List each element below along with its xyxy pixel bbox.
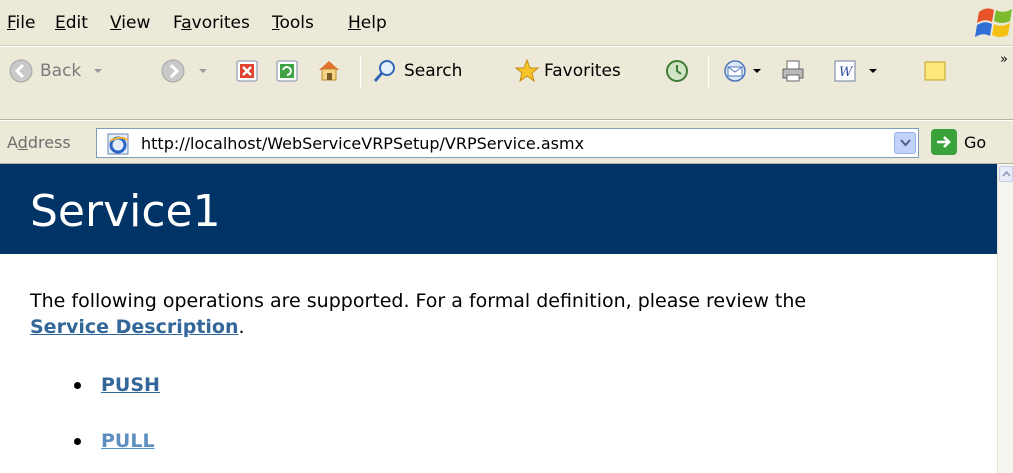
menu-edit[interactable]: Edit xyxy=(55,13,88,33)
list-item: PUSH xyxy=(74,374,160,396)
refresh-button[interactable] xyxy=(274,58,300,84)
vertical-scrollbar[interactable] xyxy=(997,164,1013,473)
page-content: Service1 The following operations are su… xyxy=(0,164,997,473)
word-dropdown-icon[interactable] xyxy=(868,66,878,76)
back-dropdown-icon[interactable] xyxy=(93,66,103,76)
forward-dropdown-icon[interactable] xyxy=(198,66,208,76)
history-button[interactable] xyxy=(664,58,690,84)
intro-paragraph: The following operations are supported. … xyxy=(30,288,980,340)
address-url: http://localhost/WebServiceVRPSetup/VRPS… xyxy=(141,134,585,153)
address-label: Address xyxy=(7,133,71,152)
service-description-link[interactable]: Service Description xyxy=(30,316,239,338)
scroll-up-button[interactable] xyxy=(999,166,1013,182)
notes-button[interactable] xyxy=(922,58,948,84)
back-label: Back xyxy=(40,61,82,81)
menu-help[interactable]: Help xyxy=(348,13,387,33)
address-bar: Address http://localhost/WebServiceVRPSe… xyxy=(0,120,1013,164)
notes-icon xyxy=(924,61,946,81)
menu-bar: File Edit View Favorites Tools Help xyxy=(0,0,1013,46)
search-icon xyxy=(373,60,395,82)
home-button[interactable] xyxy=(316,57,342,83)
home-icon xyxy=(319,61,339,81)
page-title: Service1 xyxy=(30,186,221,237)
refresh-icon xyxy=(276,60,298,82)
windows-logo-icon xyxy=(975,8,1012,37)
favorites-button[interactable]: Favorites xyxy=(514,58,621,84)
word-icon: W xyxy=(834,60,856,82)
operation-link-push[interactable]: PUSH xyxy=(101,374,160,396)
svg-text:W: W xyxy=(839,65,854,80)
toolbar-divider xyxy=(0,46,1013,47)
standard-toolbar: Back Search Favorites W » xyxy=(0,46,1013,120)
search-label: Search xyxy=(404,61,463,81)
favorites-star-icon xyxy=(514,58,540,83)
mail-button[interactable] xyxy=(722,58,762,84)
toolbar-overflow-chevron[interactable]: » xyxy=(1000,52,1008,67)
chevron-down-icon xyxy=(900,139,911,147)
menu-favorites[interactable]: Favorites xyxy=(173,13,250,33)
back-button[interactable]: Back xyxy=(8,58,103,84)
address-input[interactable]: http://localhost/WebServiceVRPSetup/VRPS… xyxy=(96,128,919,158)
favorites-label: Favorites xyxy=(544,61,621,81)
menu-view[interactable]: View xyxy=(110,13,150,33)
edit-with-word-button[interactable]: W xyxy=(832,58,878,84)
forward-icon xyxy=(161,59,185,83)
print-icon xyxy=(782,60,804,82)
history-icon xyxy=(666,60,688,82)
go-label[interactable]: Go xyxy=(964,133,986,152)
chevron-up-icon xyxy=(1002,171,1011,177)
stop-icon xyxy=(236,60,258,82)
list-item: PULL xyxy=(74,430,155,452)
intro-text: The following operations are supported. … xyxy=(30,290,807,312)
mail-dropdown-icon[interactable] xyxy=(752,66,762,76)
toolbar-separator xyxy=(360,56,361,88)
search-button[interactable]: Search xyxy=(372,58,462,84)
go-arrow-icon xyxy=(937,136,951,148)
operation-link-pull[interactable]: PULL xyxy=(101,430,155,452)
toolbar-separator xyxy=(708,56,709,88)
heading-band: Service1 xyxy=(0,164,997,254)
bullet-icon xyxy=(74,381,81,389)
ie-page-icon xyxy=(107,133,129,155)
mail-icon xyxy=(724,60,746,82)
stop-button[interactable] xyxy=(234,58,260,84)
bullet-icon xyxy=(74,437,81,445)
print-button[interactable] xyxy=(780,58,806,84)
intro-suffix: . xyxy=(238,316,245,338)
menu-file[interactable]: File xyxy=(7,13,35,33)
address-dropdown-button[interactable] xyxy=(894,132,916,154)
go-button[interactable] xyxy=(931,129,957,155)
back-icon xyxy=(9,59,33,83)
forward-button[interactable] xyxy=(160,58,208,84)
menu-tools[interactable]: Tools xyxy=(272,13,314,33)
